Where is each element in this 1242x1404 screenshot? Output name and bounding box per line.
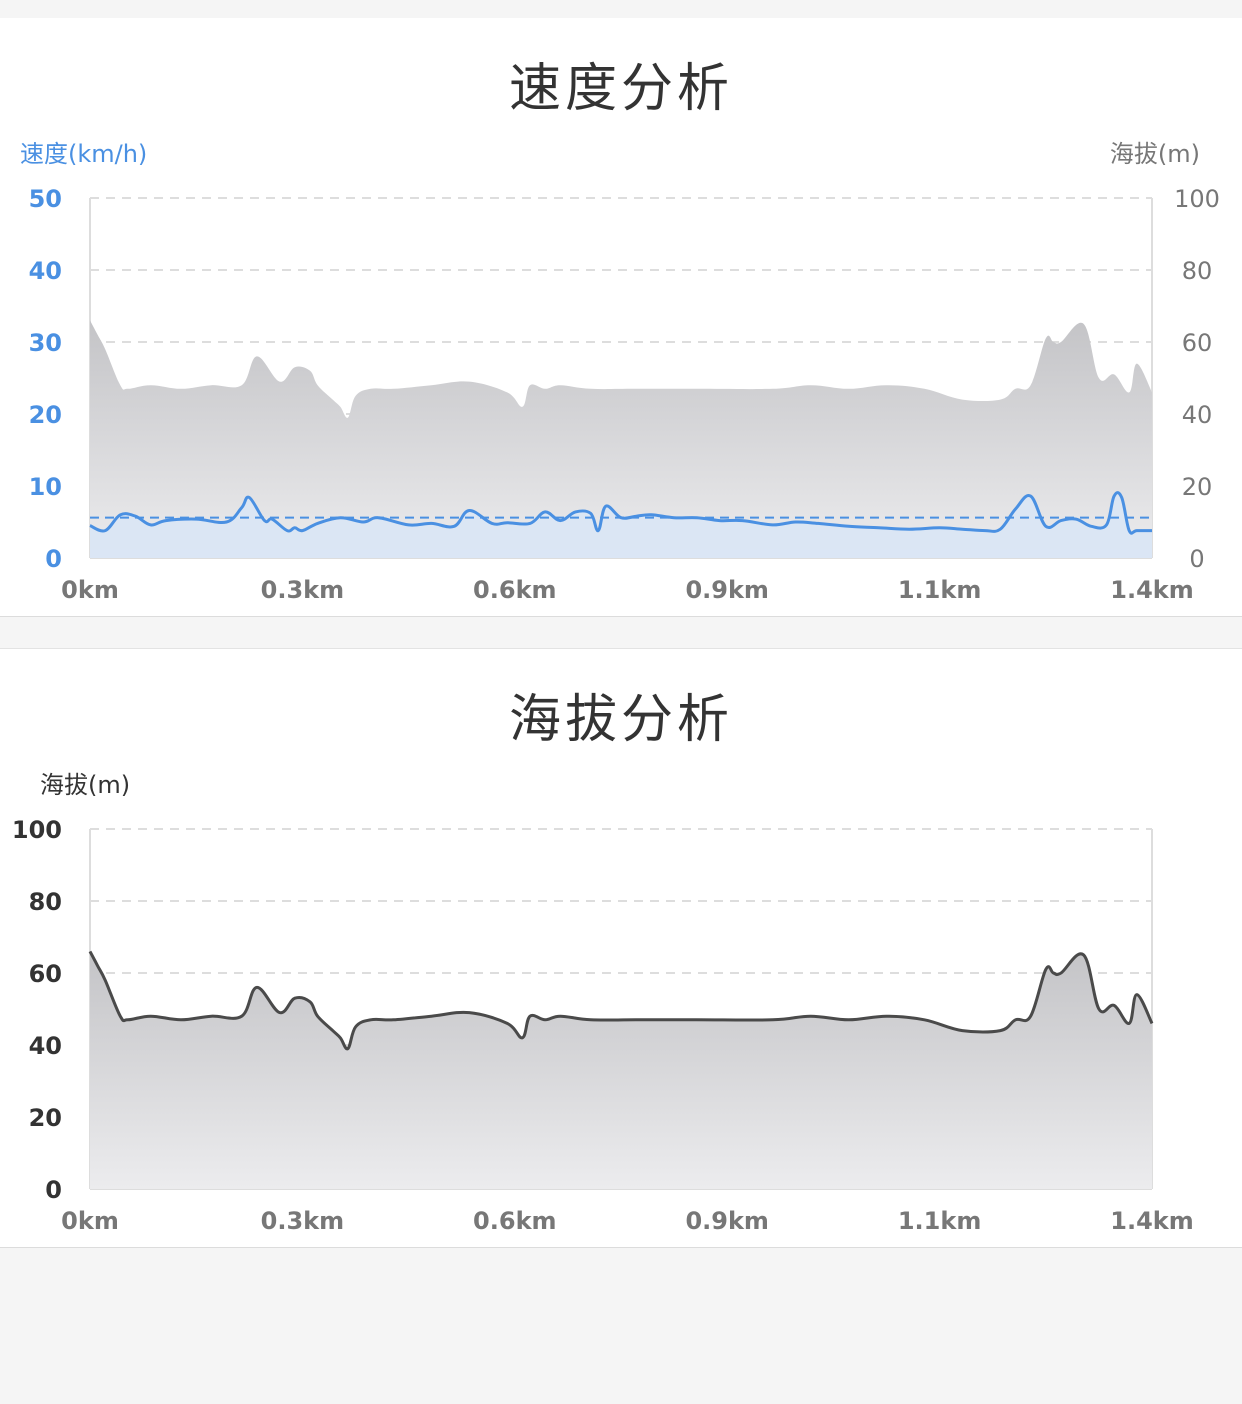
x-tick-label: 1.1km xyxy=(898,576,981,604)
y-right-tick-label: 20 xyxy=(1182,473,1213,501)
x-tick-label: 0.9km xyxy=(685,1207,768,1235)
y-left-tick-label: 20 xyxy=(29,401,62,429)
x-tick-label: 0.6km xyxy=(473,576,556,604)
y-right-tick-label: 80 xyxy=(1182,257,1213,285)
y-left-axis-title: 速度(km/h) xyxy=(20,140,147,168)
altitude-area xyxy=(90,951,1152,1189)
y-left-axis-title: 海拔(m) xyxy=(40,771,130,799)
y-right-tick-label: 100 xyxy=(1174,185,1220,213)
x-tick-label: 0km xyxy=(61,1207,119,1235)
y-left-tick-label: 10 xyxy=(29,473,62,501)
y-right-axis-title: 海拔(m) xyxy=(1110,140,1200,168)
y-right-tick-label: 60 xyxy=(1182,329,1213,357)
y-left-tick-label: 50 xyxy=(29,185,62,213)
x-tick-label: 0.9km xyxy=(685,576,768,604)
y-left-tick-label: 40 xyxy=(29,1032,62,1060)
x-tick-label: 1.4km xyxy=(1110,1207,1193,1235)
x-tick-label: 0km xyxy=(61,576,119,604)
x-tick-label: 1.4km xyxy=(1110,576,1193,604)
x-tick-label: 1.1km xyxy=(898,1207,981,1235)
y-left-tick-label: 0 xyxy=(45,545,62,573)
y-left-tick-label: 60 xyxy=(29,960,62,988)
speed-chart: 0 10 20 30 40 50 0 20 40 60 80 100 0km 0.3km 0.6km 0.9k… xyxy=(20,140,1220,604)
y-left-tick-label: 0 xyxy=(45,1176,62,1204)
y-right-tick-label: 40 xyxy=(1182,401,1213,429)
y-left-tick-label: 20 xyxy=(29,1104,62,1132)
x-tick-label: 0.3km xyxy=(261,576,344,604)
x-tick-label: 0.6km xyxy=(473,1207,556,1235)
x-tick-label: 0.3km xyxy=(261,1207,344,1235)
y-left-tick-label: 80 xyxy=(29,888,62,916)
y-left-tick-label: 30 xyxy=(29,329,62,357)
y-left-tick-label: 100 xyxy=(12,816,62,844)
elevation-analysis-card: 海拔分析 0 20 40 60 80 100 0km 0.3km 0.6km 0.9km 1.1km… xyxy=(0,648,1242,1248)
y-left-tick-label: 40 xyxy=(29,257,62,285)
y-right-tick-label: 0 xyxy=(1189,545,1204,573)
speed-analysis-card: 速度分析 0 10 20 30 40 50 0 20 40 60 80 100 0km 0.3km 0.6k… xyxy=(0,18,1242,617)
elevation-chart: 0 20 40 60 80 100 0km 0.3km 0.6km 0.9km 1.1km 1.4km… xyxy=(12,771,1194,1235)
